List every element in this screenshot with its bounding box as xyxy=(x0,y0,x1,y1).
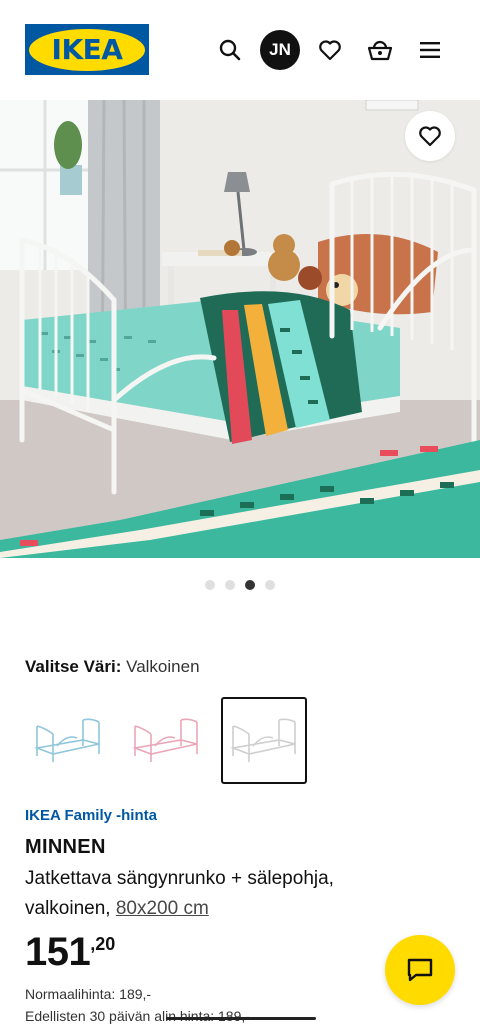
color-label-text: Valitse Väri: xyxy=(25,657,122,676)
logo-oval: IKEA xyxy=(29,28,145,71)
product-image[interactable] xyxy=(0,100,480,558)
normal-price: Normaalihinta: 189,- xyxy=(25,986,152,1002)
header: IKEA JN xyxy=(0,0,480,100)
carousel-dot[interactable] xyxy=(265,580,275,590)
swatch-white[interactable] xyxy=(221,697,307,784)
image-carousel-dots xyxy=(0,580,480,590)
bedroom-scene-illustration xyxy=(0,100,480,558)
lowest-price-30-days: Edellisten 30 päivän alin hinta: 189,- xyxy=(25,1008,250,1024)
heart-icon xyxy=(419,126,441,147)
heart-icon[interactable] xyxy=(310,30,350,70)
bed-thumbnail-white xyxy=(229,718,296,762)
lowest-price-prefix: Edellisten 30 päivän xyxy=(25,1008,151,1024)
product-price: 151 ,20 xyxy=(25,930,115,975)
save-to-favourites-button[interactable] xyxy=(405,111,455,161)
logo-text: IKEA xyxy=(51,33,123,66)
search-icon[interactable] xyxy=(210,30,250,70)
ikea-family-price-label: IKEA Family -hinta xyxy=(25,807,157,824)
product-name: MINNEN xyxy=(25,836,106,858)
price-integer: 151 xyxy=(25,930,91,974)
ikea-logo[interactable]: IKEA xyxy=(25,24,149,75)
carousel-dot[interactable] xyxy=(245,580,255,590)
menu-icon[interactable] xyxy=(410,30,450,70)
basket-icon[interactable] xyxy=(360,30,400,70)
selected-color-value: Valkoinen xyxy=(126,657,200,676)
bed-thumbnail-pink xyxy=(131,718,198,762)
product-description: Jatkettava sängynrunko + sälepohja, valk… xyxy=(25,864,385,924)
lowest-price-value: alin hinta: 189,- xyxy=(150,1008,250,1024)
color-selector-label: Valitse Väri: Valkoinen xyxy=(25,657,200,677)
swatch-pink[interactable] xyxy=(123,697,209,784)
swatch-light-blue[interactable] xyxy=(25,697,111,784)
bed-thumbnail-light-blue xyxy=(33,718,100,762)
product-size-link[interactable]: 80x200 cm xyxy=(116,898,209,919)
carousel-dot[interactable] xyxy=(205,580,215,590)
user-avatar[interactable]: JN xyxy=(260,30,300,70)
home-indicator xyxy=(166,1017,316,1020)
carousel-dot[interactable] xyxy=(225,580,235,590)
price-decimal: ,20 xyxy=(90,934,116,954)
chat-bubble-icon xyxy=(407,958,433,982)
color-swatches xyxy=(25,697,307,784)
chat-button[interactable] xyxy=(385,935,455,1005)
